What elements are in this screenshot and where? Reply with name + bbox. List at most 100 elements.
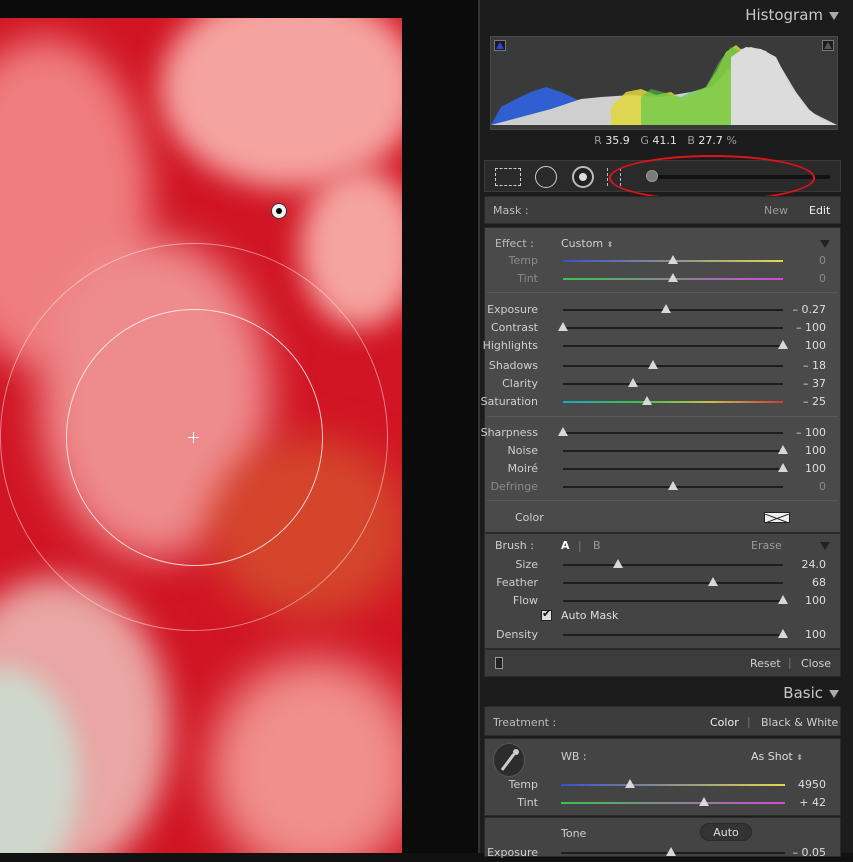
treatment-color-option[interactable]: Color: [710, 716, 739, 729]
mask-overlay-toggle-icon[interactable]: [495, 657, 503, 669]
slider-value[interactable]: 0: [819, 480, 826, 493]
crop-overlay-icon[interactable]: [495, 168, 521, 186]
collapse-triangle-icon[interactable]: [829, 11, 839, 20]
slider-thumb[interactable]: [668, 255, 678, 264]
slider-value[interactable]: – 37: [803, 377, 826, 390]
mask-edit-button[interactable]: Edit: [809, 204, 830, 217]
mask-pin-icon[interactable]: [271, 203, 287, 219]
wb-dropdown[interactable]: As Shot ⬍: [751, 750, 803, 763]
slider-thumb[interactable]: [778, 595, 788, 604]
slider-thumb[interactable]: [699, 797, 710, 806]
effect-preset-dropdown[interactable]: Custom ⬍: [561, 237, 613, 250]
slider-track[interactable]: [563, 378, 783, 387]
slider-thumb[interactable]: [707, 577, 718, 586]
slider-value[interactable]: + 42: [799, 796, 826, 809]
slider-label: Flow: [512, 594, 538, 607]
slider-label: Feather: [496, 576, 538, 589]
slider-value[interactable]: – 100: [796, 426, 826, 439]
slider-track[interactable]: [558, 322, 783, 331]
b-value: 27.7: [698, 134, 723, 147]
slider-label: Size: [515, 558, 538, 571]
slider-value[interactable]: 100: [805, 628, 826, 641]
treatment-bw-option[interactable]: Black & White: [761, 716, 838, 729]
slider-thumb[interactable]: [625, 779, 636, 788]
wb-updown-icon: ⬍: [796, 753, 803, 762]
wb-eyedropper-icon[interactable]: [493, 743, 525, 777]
auto-tone-button[interactable]: Auto: [700, 823, 752, 841]
brush-b-tab[interactable]: B: [593, 539, 601, 552]
slider-thumb[interactable]: [668, 273, 678, 282]
slider-value[interactable]: 100: [805, 594, 826, 607]
slider-track[interactable]: [563, 595, 788, 604]
slider-thumb[interactable]: [558, 427, 568, 436]
slider-value[interactable]: 100: [805, 462, 826, 475]
slider-track[interactable]: [563, 340, 788, 349]
slider-thumb[interactable]: [778, 445, 788, 454]
close-button[interactable]: Close: [801, 657, 831, 670]
wb-value: As Shot: [751, 750, 793, 763]
histogram-header[interactable]: Histogram: [745, 6, 839, 24]
slider-label: Temp: [508, 254, 538, 267]
mask-new-button[interactable]: New: [764, 204, 788, 217]
slider-value[interactable]: 0: [819, 272, 826, 285]
slider-thumb[interactable]: [778, 629, 788, 638]
slider-thumb[interactable]: [558, 322, 568, 331]
slider-thumb[interactable]: [668, 481, 678, 490]
effect-group-divider: [487, 500, 838, 501]
auto-mask-checkbox[interactable]: ✔: [541, 607, 552, 621]
slider-value[interactable]: 0: [819, 254, 826, 267]
slider-track[interactable]: [563, 463, 788, 472]
slider-value[interactable]: 100: [805, 339, 826, 352]
slider-track[interactable]: [563, 629, 788, 638]
red-eye-icon[interactable]: [572, 166, 594, 188]
slider-thumb[interactable]: [778, 463, 788, 472]
slider-value[interactable]: – 0.27: [793, 303, 827, 316]
slider-label: Shadows: [488, 359, 538, 372]
slider-thumb[interactable]: [628, 378, 639, 387]
effect-collapse-icon[interactable]: [820, 240, 830, 248]
crosshair-icon: [188, 432, 199, 443]
slider-label: Temp: [508, 778, 538, 791]
slider-thumb[interactable]: [641, 396, 652, 405]
reset-button[interactable]: Reset: [750, 657, 781, 670]
slider-track[interactable]: [563, 481, 783, 490]
slider-thumb[interactable]: [665, 847, 676, 856]
slider-value[interactable]: 68: [812, 576, 826, 589]
slider-track[interactable]: [563, 396, 783, 405]
image-canvas-area[interactable]: [0, 0, 478, 853]
treatment-label: Treatment :: [493, 716, 557, 729]
slider-track[interactable]: [563, 445, 788, 454]
slider-value[interactable]: 24.0: [802, 558, 827, 571]
slider-track[interactable]: [561, 847, 785, 856]
slider-track[interactable]: [563, 273, 783, 282]
slider-label: Noise: [507, 444, 538, 457]
slider-value[interactable]: – 18: [803, 359, 826, 372]
slider-track[interactable]: [561, 797, 785, 806]
slider-track[interactable]: [563, 304, 783, 313]
slider-track[interactable]: [558, 427, 783, 436]
spot-removal-icon[interactable]: [535, 166, 557, 188]
slider-thumb[interactable]: [613, 559, 623, 568]
slider-value[interactable]: – 25: [803, 395, 826, 408]
slider-value[interactable]: 4950: [798, 778, 826, 791]
slider-thumb[interactable]: [648, 360, 659, 369]
slider-value[interactable]: – 100: [796, 321, 826, 334]
slider-thumb[interactable]: [778, 340, 788, 349]
slider-track[interactable]: [563, 255, 783, 264]
slider-track[interactable]: [563, 360, 783, 369]
basic-header[interactable]: Basic: [783, 684, 839, 702]
slider-thumb[interactable]: [661, 304, 672, 313]
brush-collapse-icon[interactable]: [820, 542, 830, 550]
slider-track[interactable]: [561, 779, 785, 788]
histogram-red: [731, 47, 837, 125]
highlight-clip-indicator-icon[interactable]: [822, 40, 834, 51]
footer-separator: |: [788, 656, 792, 669]
effect-color-swatch[interactable]: [764, 512, 790, 524]
basic-collapse-icon[interactable]: [829, 689, 839, 698]
slider-track[interactable]: [563, 559, 783, 568]
slider-value[interactable]: 100: [805, 444, 826, 457]
slider-track[interactable]: [563, 577, 783, 586]
brush-a-tab[interactable]: A: [561, 539, 570, 552]
brush-erase-tab[interactable]: Erase: [751, 539, 782, 552]
shadow-clip-indicator-icon[interactable]: [494, 40, 506, 51]
